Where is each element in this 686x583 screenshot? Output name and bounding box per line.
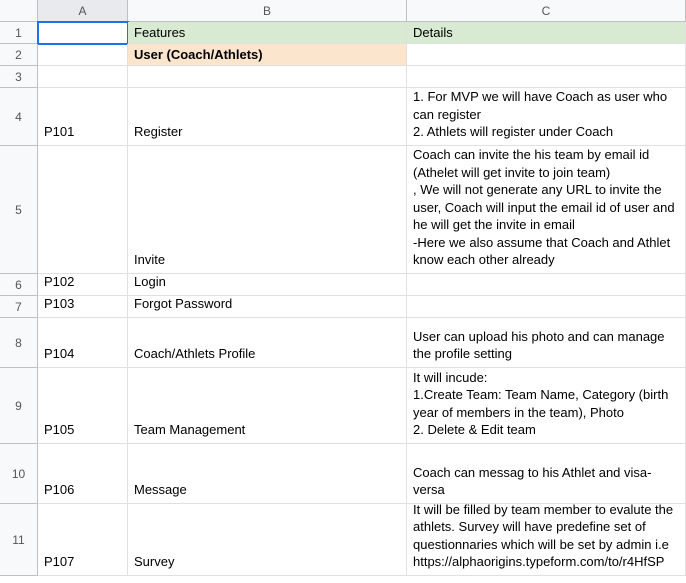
select-all-corner[interactable] [0, 0, 38, 22]
cell-c-7[interactable] [407, 296, 686, 318]
cell-a-1[interactable] [38, 22, 128, 44]
row-header-10[interactable]: 10 [0, 444, 38, 504]
cell-a-9[interactable]: P105 [38, 368, 128, 444]
cell-a-5[interactable] [38, 146, 128, 274]
cell-b-11[interactable]: Survey [128, 504, 407, 576]
spreadsheet-grid[interactable]: ABC 1 FeaturesDetails 2 User (Coach/Athlets)… [0, 0, 686, 576]
cell-b-10[interactable]: Message [128, 444, 407, 504]
row-header-5[interactable]: 5 [0, 146, 38, 274]
cell-c-11[interactable]: It will be filled by team member to eval… [407, 504, 686, 576]
cell-a-6[interactable]: P102 [38, 274, 128, 296]
cell-b-7[interactable]: Forgot Password [128, 296, 407, 318]
row-header-6[interactable]: 6 [0, 274, 38, 296]
row-header-9[interactable]: 9 [0, 368, 38, 444]
cell-a-2[interactable] [38, 44, 128, 66]
row-header-1[interactable]: 1 [0, 22, 38, 44]
cell-c-1[interactable]: Details [407, 22, 686, 44]
cell-c-3[interactable] [407, 66, 686, 88]
cell-b-5[interactable]: Invite [128, 146, 407, 274]
cell-a-10[interactable]: P106 [38, 444, 128, 504]
row-header-8[interactable]: 8 [0, 318, 38, 368]
col-header-B[interactable]: B [128, 0, 407, 22]
cell-c-9[interactable]: It will incude: 1.Create Team: Team Name… [407, 368, 686, 444]
cell-c-2[interactable] [407, 44, 686, 66]
cell-b-8[interactable]: Coach/Athlets Profile [128, 318, 407, 368]
cell-a-4[interactable]: P101 [38, 88, 128, 146]
col-header-C[interactable]: C [407, 0, 686, 22]
row-header-11[interactable]: 11 [0, 504, 38, 576]
cell-b-9[interactable]: Team Management [128, 368, 407, 444]
cell-a-7[interactable]: P103 [38, 296, 128, 318]
cell-b-4[interactable]: Register [128, 88, 407, 146]
cell-a-11[interactable]: P107 [38, 504, 128, 576]
cell-b-6[interactable]: Login [128, 274, 407, 296]
cell-c-6[interactable] [407, 274, 686, 296]
cell-b-3[interactable] [128, 66, 407, 88]
cell-a-3[interactable] [38, 66, 128, 88]
cell-c-10[interactable]: Coach can messag to his Athlet and visa-… [407, 444, 686, 504]
cell-b-2[interactable]: User (Coach/Athlets) [128, 44, 407, 66]
row-header-2[interactable]: 2 [0, 44, 38, 66]
cell-b-1[interactable]: Features [128, 22, 407, 44]
row-header-7[interactable]: 7 [0, 296, 38, 318]
cell-a-8[interactable]: P104 [38, 318, 128, 368]
cell-c-8[interactable]: User can upload his photo and can manage… [407, 318, 686, 368]
cell-c-4[interactable]: 1. For MVP we will have Coach as user wh… [407, 88, 686, 146]
cell-c-5[interactable]: Coach can invite the his team by email i… [407, 146, 686, 274]
row-header-3[interactable]: 3 [0, 66, 38, 88]
row-header-4[interactable]: 4 [0, 88, 38, 146]
col-header-A[interactable]: A [38, 0, 128, 22]
